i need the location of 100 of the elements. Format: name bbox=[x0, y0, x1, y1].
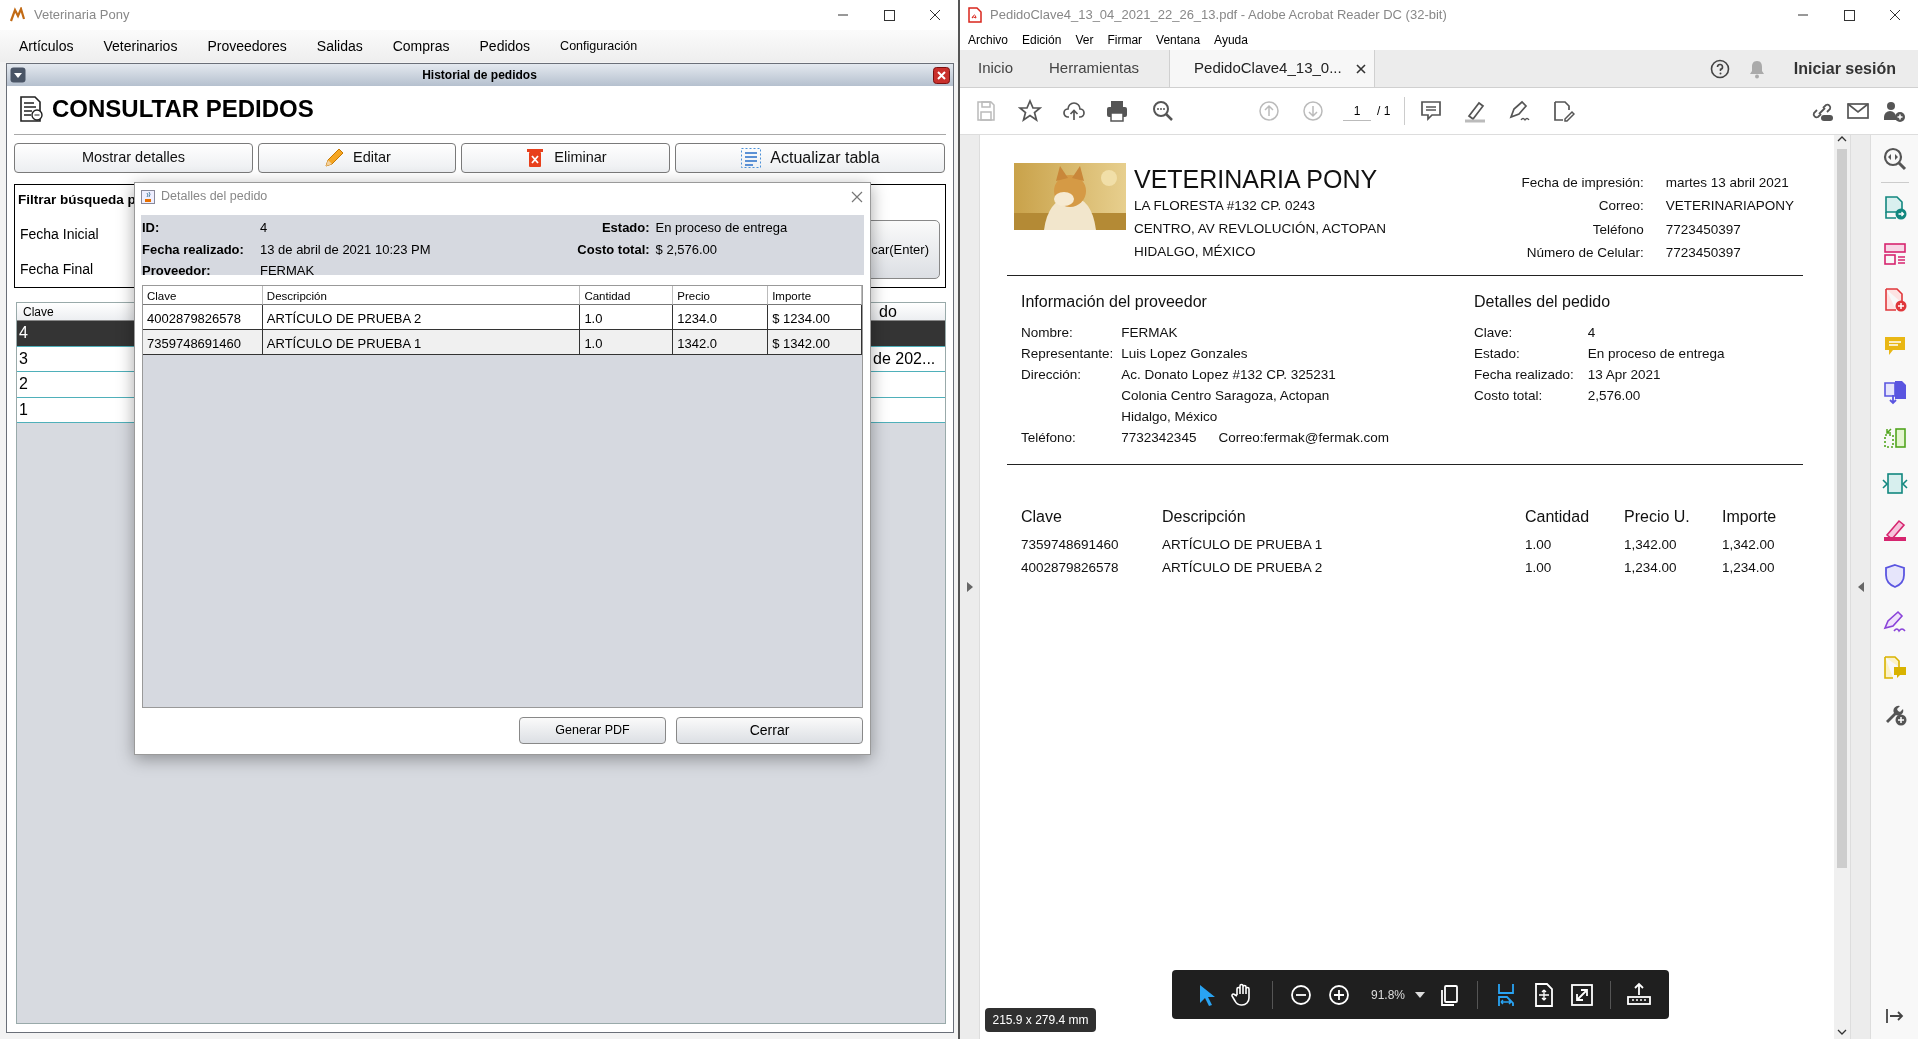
field-label: Nombre: bbox=[1021, 324, 1074, 342]
side-panel-toggle[interactable] bbox=[1850, 135, 1870, 1039]
field-value: 13 de abril de 2021 10:23 PM bbox=[260, 240, 431, 259]
section-title: Detalles del pedido bbox=[1474, 292, 1612, 312]
table-cell: ARTÍCULO DE PRUEBA 1 bbox=[262, 330, 581, 355]
field-value: 4 bbox=[260, 219, 269, 237]
field-label: Fecha Final bbox=[20, 260, 95, 280]
field-value: FERMAK bbox=[260, 262, 316, 280]
comment-icon[interactable] bbox=[1419, 99, 1444, 123]
button[interactable]: Actualizar tabla bbox=[675, 143, 945, 173]
field-value: Hidalgo, México bbox=[1121, 409, 1218, 424]
field-label: ID: bbox=[142, 219, 161, 237]
close-icon[interactable] bbox=[933, 66, 950, 84]
field-label: Estado: bbox=[600, 219, 651, 237]
table-cell-text: 1.00 bbox=[1525, 536, 1553, 554]
table-cell-text: 2 bbox=[18, 374, 29, 395]
dialog-title: Detalles del pedido bbox=[161, 188, 268, 206]
field-label: Estado: bbox=[1474, 345, 1521, 363]
table-cell-text: 4002879826578 bbox=[1021, 559, 1120, 577]
tab[interactable]: PedidoClave4_13_0... bbox=[1169, 50, 1375, 87]
caret-icon[interactable] bbox=[1415, 991, 1426, 998]
field-value: Colonia Centro Saragoza, Actopan bbox=[1121, 388, 1330, 403]
field-label: Representante: bbox=[1021, 345, 1114, 363]
button[interactable]: Generar PDF bbox=[519, 717, 666, 744]
menu-item[interactable]: Compras bbox=[377, 35, 465, 57]
button[interactable]: Eliminar bbox=[461, 143, 670, 173]
address-line: HIDALGO, MÉXICO bbox=[1134, 243, 1257, 261]
menu-item[interactable]: Firmar bbox=[1107, 31, 1143, 49]
field-value: VETERINARIAPONY bbox=[1665, 197, 1794, 216]
sign-in-link[interactable]: Iniciar sesión bbox=[1793, 56, 1896, 81]
pdf-file-icon bbox=[968, 7, 982, 23]
document-icon bbox=[18, 95, 44, 123]
tab[interactable]: Inicio bbox=[960, 50, 1032, 87]
menu-item[interactable]: Ventana bbox=[1156, 31, 1201, 49]
field-label: Correo: bbox=[1597, 197, 1644, 216]
field-label: Número de Celular: bbox=[1525, 243, 1644, 262]
documents-arrow-icon[interactable] bbox=[1881, 379, 1908, 405]
section-title: Información del proveedor bbox=[1021, 292, 1208, 312]
window-title: Veterinaria Pony bbox=[34, 6, 130, 25]
pencil-icon bbox=[323, 147, 346, 169]
highlighter-icon[interactable] bbox=[1463, 99, 1488, 123]
menu-item[interactable]: Configuración bbox=[545, 36, 653, 56]
field-label: Proveedor: bbox=[142, 262, 212, 280]
document-edit-icon[interactable] bbox=[1551, 99, 1576, 123]
button[interactable]: Editar bbox=[258, 143, 456, 173]
address-line: CENTRO, AV REVLOLUCIÓN, ACTOPAN bbox=[1134, 220, 1387, 238]
menu-item[interactable]: Ayuda bbox=[1214, 31, 1248, 49]
column-header: Clave bbox=[22, 304, 55, 320]
expand-icon[interactable] bbox=[966, 582, 973, 592]
search-icon[interactable] bbox=[1151, 99, 1175, 123]
scroll-down-icon[interactable] bbox=[1837, 1028, 1847, 1036]
field-label: Costo total: bbox=[576, 240, 651, 259]
pen-sign-icon[interactable] bbox=[1881, 609, 1908, 635]
page-number-field[interactable]: 1 bbox=[1343, 101, 1371, 121]
layout-icon[interactable] bbox=[1881, 241, 1908, 267]
print-icon[interactable] bbox=[1105, 99, 1129, 123]
highlighter-icon[interactable] bbox=[1881, 517, 1908, 543]
cloud-upload-icon[interactable] bbox=[1062, 99, 1086, 123]
zoom-icon[interactable] bbox=[1881, 146, 1908, 172]
scrollbar-thumb[interactable] bbox=[1837, 149, 1847, 868]
column-header: Importe bbox=[1722, 507, 1778, 527]
side-panel-toggle[interactable] bbox=[960, 135, 980, 1039]
table-cell-text: de 202... bbox=[873, 348, 937, 369]
table-cell-text: 1,342.00 bbox=[1722, 536, 1776, 554]
table-cell-text: 1,234.00 bbox=[1722, 559, 1776, 577]
address-line: LA FLORESTA #132 CP. 0243 bbox=[1134, 197, 1317, 215]
tab[interactable]: Herramientas bbox=[1031, 50, 1158, 87]
field-value: 2,576.00 bbox=[1587, 387, 1642, 405]
close-icon[interactable] bbox=[1355, 63, 1366, 74]
table-cell-text: 1.00 bbox=[1525, 559, 1553, 577]
menu-item[interactable]: Proveedores bbox=[192, 35, 302, 57]
column-header: do bbox=[878, 303, 898, 320]
java-cup-icon bbox=[141, 189, 155, 204]
collapse-icon[interactable] bbox=[1857, 582, 1864, 592]
tooltip: 215.9 x 279.4 mm bbox=[985, 1008, 1096, 1032]
button[interactable]: Cerrar bbox=[676, 717, 863, 744]
add-user-icon[interactable] bbox=[1882, 99, 1906, 123]
field-value: $ 2,576.00 bbox=[655, 240, 719, 259]
field-label: Fecha Inicial bbox=[20, 225, 100, 245]
menu-item[interactable]: Salidas bbox=[301, 35, 378, 57]
field-label: Fecha realizado: bbox=[1474, 366, 1574, 384]
field-value: En proceso de entrega bbox=[1587, 345, 1725, 363]
menu-item[interactable]: Edición bbox=[1022, 31, 1062, 49]
help-icon[interactable] bbox=[1709, 58, 1730, 79]
document-compress-icon[interactable] bbox=[1881, 471, 1908, 497]
table-cell-text: 1 bbox=[18, 399, 29, 420]
zoom-level[interactable]: 91.8% bbox=[1371, 985, 1406, 1004]
menu-item[interactable]: Veterinarios bbox=[88, 35, 193, 57]
menu-item[interactable]: Pedidos bbox=[464, 35, 546, 57]
menu-item[interactable]: Archivo bbox=[968, 31, 1008, 49]
scroll-up-icon[interactable] bbox=[1837, 135, 1847, 143]
pen-sign-icon[interactable] bbox=[1507, 99, 1532, 123]
menu-item[interactable]: Ver bbox=[1075, 31, 1094, 49]
field-value: 7723450397 bbox=[1665, 243, 1742, 262]
table-cell: 1.0 bbox=[580, 330, 674, 355]
field-value: FERMAK bbox=[1121, 325, 1178, 340]
button[interactable]: Mostrar detalles bbox=[14, 143, 253, 173]
frame-menu-icon[interactable] bbox=[10, 67, 26, 83]
menu-item[interactable]: Artículos bbox=[4, 35, 89, 57]
star-icon[interactable] bbox=[1018, 99, 1042, 123]
